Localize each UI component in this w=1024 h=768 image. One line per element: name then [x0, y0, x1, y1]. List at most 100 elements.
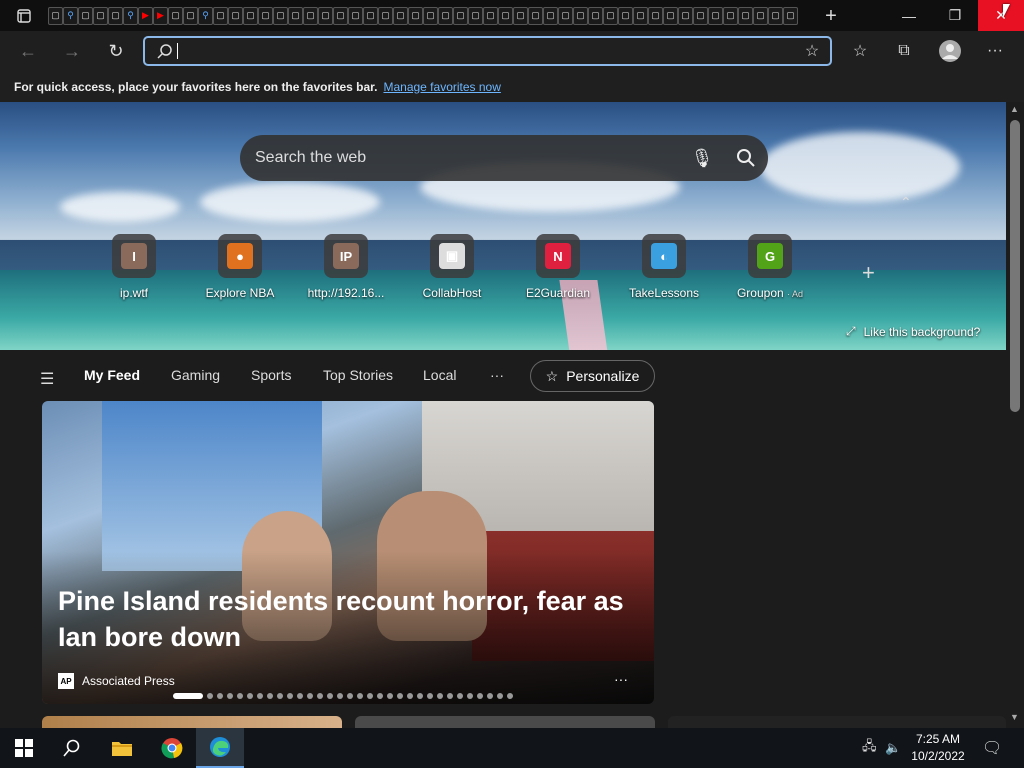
quick-link-tile[interactable]: IP http://192.16... — [296, 234, 396, 300]
browser-tab[interactable]: ▢ — [393, 6, 408, 25]
quick-link-tile[interactable]: ● Explore NBA — [190, 234, 290, 300]
carousel-dot[interactable] — [337, 693, 343, 699]
browser-tab[interactable]: ▢ — [633, 6, 648, 25]
carousel-dot[interactable] — [407, 693, 413, 699]
browser-tab[interactable]: ▢ — [363, 6, 378, 25]
quick-link-tile[interactable]: Iip.wtf — [84, 234, 184, 300]
carousel-dot[interactable] — [237, 693, 243, 699]
refresh-button[interactable]: ↻ — [94, 31, 138, 71]
carousel-dot[interactable] — [277, 693, 283, 699]
carousel-dot[interactable] — [317, 693, 323, 699]
browser-tab[interactable]: ▢ — [768, 6, 783, 25]
browser-tab[interactable]: ▢ — [558, 6, 573, 25]
start-button[interactable] — [0, 728, 48, 768]
browser-tab[interactable]: ▢ — [93, 6, 108, 25]
page-scrollbar[interactable]: ▲ ▼ — [1006, 102, 1024, 728]
browser-tab[interactable]: ▢ — [48, 6, 63, 25]
carousel-dot[interactable] — [327, 693, 333, 699]
manage-favorites-link[interactable]: Manage favorites now — [383, 80, 500, 94]
browser-tab[interactable]: ▢ — [573, 6, 588, 25]
story-card[interactable] — [42, 716, 342, 728]
feed-tab-local[interactable]: Local — [423, 367, 456, 383]
browser-tab[interactable]: ▢ — [678, 6, 693, 25]
add-quick-link-button[interactable]: + — [862, 260, 875, 286]
carousel-dot[interactable] — [477, 693, 483, 699]
favorites-button[interactable]: ☆ — [838, 31, 882, 71]
browser-tab[interactable]: ▢ — [528, 6, 543, 25]
browser-tab[interactable]: ▢ — [753, 6, 768, 25]
add-favorite-button[interactable]: ☆ — [794, 41, 830, 61]
browser-tab[interactable]: ▢ — [258, 6, 273, 25]
taskbar-search-button[interactable] — [48, 728, 96, 768]
like-background-button[interactable]: ⤢ Like this background? — [846, 324, 980, 339]
address-bar[interactable]: ☆ — [143, 36, 832, 66]
browser-tab[interactable]: ▢ — [783, 6, 798, 25]
browser-tab[interactable]: ▢ — [738, 6, 753, 25]
carousel-dot[interactable] — [457, 693, 463, 699]
address-input[interactable] — [178, 39, 794, 63]
volume-icon[interactable]: 🔈 — [885, 728, 901, 768]
network-icon[interactable]: 🖧 — [862, 728, 877, 768]
browser-tab[interactable]: ▢ — [183, 6, 198, 25]
browser-tab[interactable]: ▢ — [498, 6, 513, 25]
browser-tab[interactable]: ▢ — [603, 6, 618, 25]
browser-tab[interactable]: ⚲ — [123, 6, 138, 25]
feed-menu-button[interactable]: ☰ — [40, 369, 54, 389]
voice-search-button[interactable]: 🎙 — [680, 135, 724, 181]
browser-tab[interactable]: ▢ — [303, 6, 318, 25]
tab-actions-button[interactable] — [0, 0, 48, 31]
browser-tab[interactable]: ⚲ — [198, 6, 213, 25]
browser-tab[interactable]: ▢ — [438, 6, 453, 25]
browser-tab[interactable]: ▢ — [378, 6, 393, 25]
browser-tab[interactable]: ▢ — [78, 6, 93, 25]
settings-more-button[interactable]: ··· — [973, 31, 1017, 71]
taskbar-edge[interactable] — [196, 728, 244, 768]
feed-tab-my-feed[interactable]: My Feed — [84, 367, 140, 383]
carousel-dot[interactable] — [417, 693, 423, 699]
story-card[interactable] — [355, 716, 655, 728]
minimize-button[interactable]: — — [886, 0, 932, 31]
browser-tab[interactable]: ▢ — [228, 6, 243, 25]
browser-tab[interactable]: ▢ — [483, 6, 498, 25]
carousel-dot[interactable] — [447, 693, 453, 699]
feed-tab-top-stories[interactable]: Top Stories — [323, 367, 393, 383]
taskbar-file-explorer[interactable] — [98, 728, 146, 768]
browser-tab[interactable]: ▢ — [288, 6, 303, 25]
taskbar-clock[interactable]: 7:25 AM 10/2/2022 — [906, 731, 970, 765]
quick-link-tile[interactable]: N E2Guardian — [508, 234, 608, 300]
hero-story-card[interactable]: Pine Island residents recount horror, fe… — [42, 401, 654, 704]
carousel-dot[interactable] — [227, 693, 233, 699]
scrollbar-thumb[interactable] — [1010, 120, 1020, 412]
browser-tab[interactable]: ▢ — [333, 6, 348, 25]
carousel-dot[interactable] — [397, 693, 403, 699]
carousel-dot[interactable] — [307, 693, 313, 699]
carousel-dot[interactable] — [173, 693, 203, 699]
browser-tab[interactable]: ▢ — [168, 6, 183, 25]
carousel-dot[interactable] — [247, 693, 253, 699]
carousel-dot[interactable] — [357, 693, 363, 699]
forward-button[interactable]: → — [50, 31, 94, 71]
browser-tab[interactable]: ▢ — [618, 6, 633, 25]
carousel-dot[interactable] — [497, 693, 503, 699]
carousel-dot[interactable] — [207, 693, 213, 699]
taskbar-chrome[interactable] — [148, 728, 196, 768]
carousel-dot[interactable] — [437, 693, 443, 699]
new-tab-button[interactable]: + — [818, 3, 844, 29]
feed-tab-sports[interactable]: Sports — [251, 367, 291, 383]
browser-tab[interactable]: ▢ — [708, 6, 723, 25]
feed-more-button[interactable]: ··· — [490, 367, 504, 383]
browser-tab[interactable]: ▢ — [423, 6, 438, 25]
collections-button[interactable]: ⧉ — [882, 31, 926, 71]
browser-tab[interactable]: ▶ — [153, 6, 168, 25]
browser-tab[interactable]: ⚲ — [63, 6, 78, 25]
carousel-dot[interactable] — [367, 693, 373, 699]
quick-link-tile[interactable]: ◐ TakeLessons — [614, 234, 714, 300]
browser-tab[interactable]: ▢ — [543, 6, 558, 25]
story-more-button[interactable]: ··· — [614, 671, 628, 687]
story-card[interactable] — [668, 716, 1006, 728]
collapse-quick-links-button[interactable]: ⌃ — [900, 194, 912, 211]
notifications-icon[interactable]: 🗨 — [982, 728, 1002, 768]
carousel-dot[interactable] — [387, 693, 393, 699]
carousel-dot[interactable] — [297, 693, 303, 699]
carousel-dot[interactable] — [267, 693, 273, 699]
